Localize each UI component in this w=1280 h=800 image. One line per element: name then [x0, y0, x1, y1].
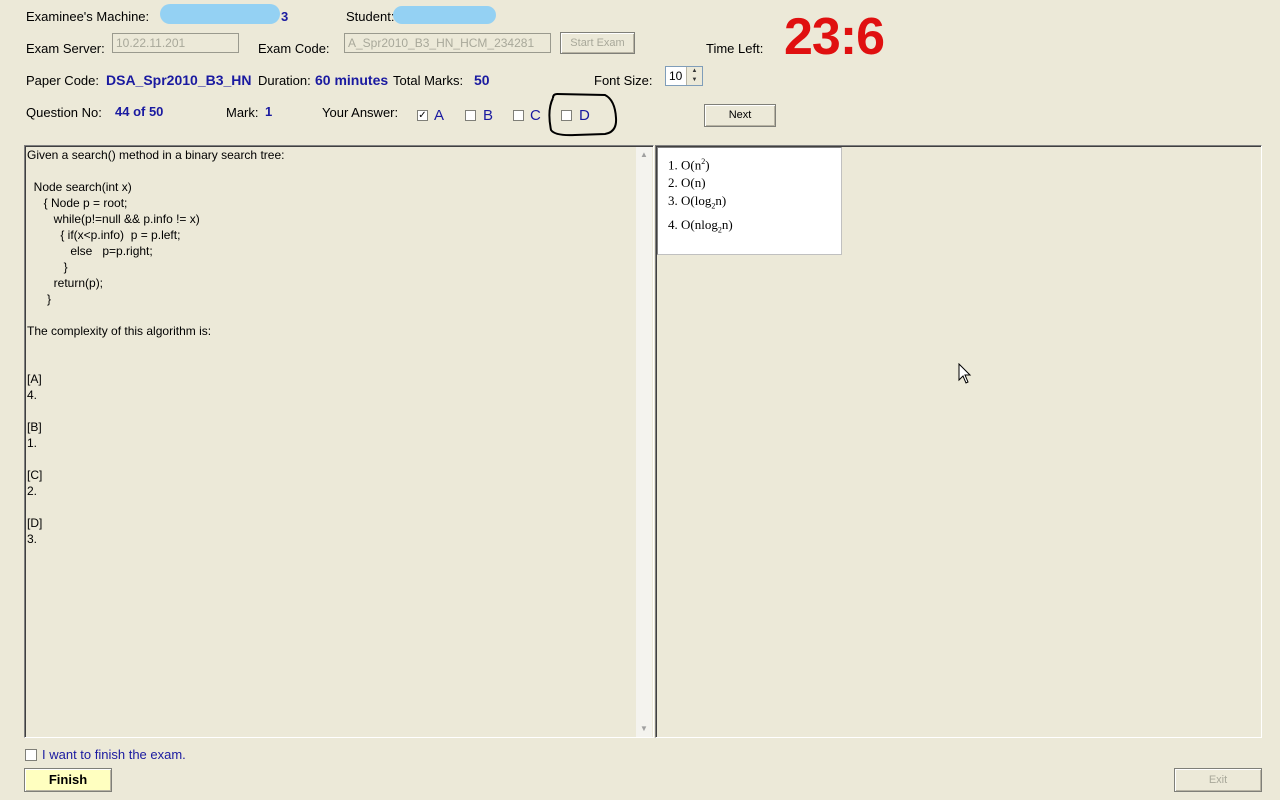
time-left-label: Time Left:	[706, 41, 764, 56]
question-no-value: 44 of 50	[115, 104, 164, 119]
exam-code-field[interactable]: A_Spr2010_B3_HN_HCM_234281	[344, 33, 551, 53]
your-answer-label: Your Answer:	[322, 105, 399, 120]
finish-exam-label: I want to finish the exam.	[42, 747, 186, 762]
mark-label: Mark:	[226, 105, 259, 120]
exit-button[interactable]: Exit	[1174, 768, 1262, 792]
mouse-cursor-icon	[958, 363, 972, 384]
answer-c-checkbox[interactable]	[513, 110, 524, 121]
question-text: Given a search() method in a binary sear…	[27, 148, 285, 546]
total-marks-label: Total Marks:	[393, 73, 464, 88]
answers-image: 1. O(n2) 2. O(n) 3. O(log2n) 4. O(nlog2n…	[657, 147, 842, 255]
finish-button[interactable]: Finish	[24, 768, 112, 792]
duration-label: Duration:	[258, 73, 311, 88]
answer-b-label: B	[483, 107, 494, 124]
answer-c-label: C	[530, 107, 541, 124]
machine-value: 3	[281, 9, 289, 24]
answer-item: 4. O(nlog2n)	[668, 216, 733, 235]
finish-exam-checkbox[interactable]	[25, 749, 37, 761]
font-size-label: Font Size:	[594, 73, 653, 88]
scroll-up-icon[interactable]: ▲	[636, 147, 652, 163]
duration-value: 60 minutes	[315, 72, 389, 88]
spin-up-icon[interactable]: ▲	[687, 67, 702, 76]
question-no-label: Question No:	[26, 105, 102, 120]
server-field[interactable]: 10.22.11.201	[112, 33, 239, 53]
mark-value: 1	[265, 104, 273, 119]
answer-item: 2. O(n)	[668, 175, 706, 191]
student-label: Student:	[346, 9, 395, 24]
answer-item: 1. O(n2)	[668, 157, 710, 173]
time-left-value: 23:6	[784, 8, 885, 66]
redacted-machine-id	[160, 4, 280, 24]
answer-a-checkbox[interactable]: ✓	[417, 110, 428, 121]
scroll-down-icon[interactable]: ▼	[636, 721, 652, 737]
answer-item: 3. O(log2n)	[668, 193, 727, 211]
machine-label: Examinee's Machine:	[26, 9, 150, 24]
font-size-value: 10	[669, 69, 683, 83]
font-size-spinner[interactable]: 10 ▲ ▼	[665, 66, 703, 86]
question-scrollbar[interactable]: ▲ ▼	[636, 147, 652, 737]
start-exam-button[interactable]: Start Exam	[560, 32, 635, 54]
next-button[interactable]: Next	[704, 104, 776, 127]
paper-code-label: Paper Code:	[26, 73, 99, 88]
redacted-student-id	[393, 6, 496, 24]
answer-b-checkbox[interactable]	[465, 110, 476, 121]
spin-down-icon[interactable]: ▼	[687, 76, 702, 85]
exam-code-label: Exam Code:	[258, 41, 330, 56]
answer-a-label: A	[434, 107, 445, 124]
paper-code-value: DSA_Spr2010_B3_HN	[106, 72, 252, 88]
server-label: Exam Server:	[26, 41, 105, 56]
total-marks-value: 50	[474, 72, 490, 88]
hand-drawn-circle-annotation	[548, 92, 618, 137]
spinner-arrows[interactable]: ▲ ▼	[686, 67, 702, 85]
